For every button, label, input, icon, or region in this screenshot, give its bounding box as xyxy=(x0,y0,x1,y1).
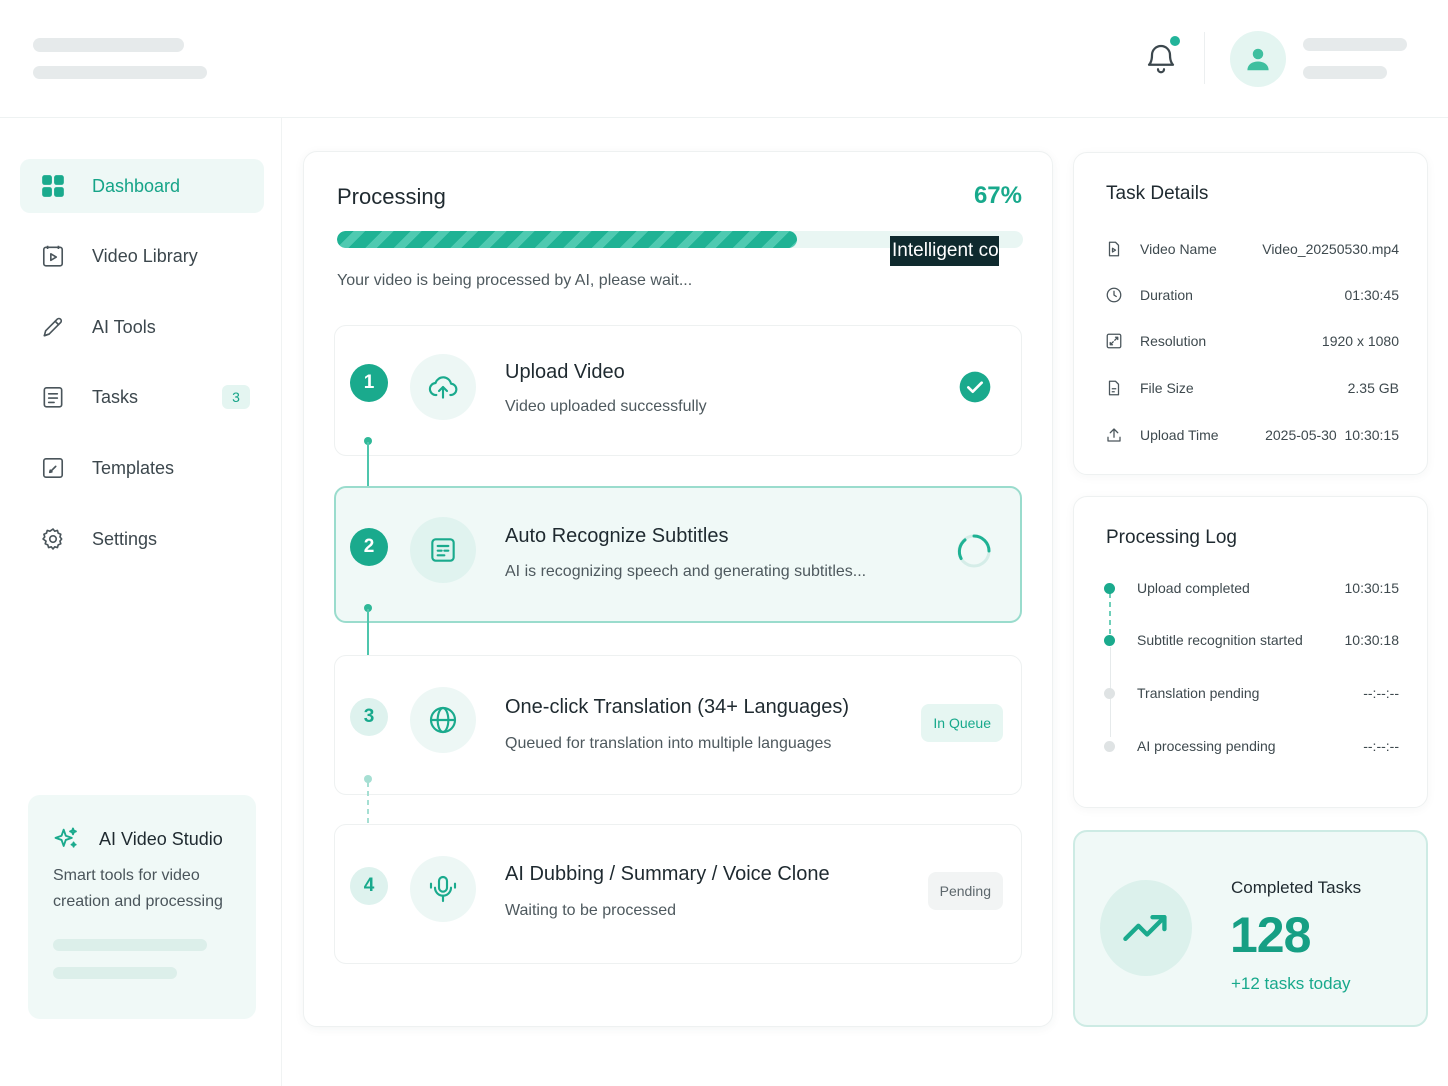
step-auto-recognize-subtitles[interactable]: 2 Auto Recognize Subtitles AI is recogni… xyxy=(334,486,1022,623)
studio-description: Smart tools for video creation and proce… xyxy=(53,867,223,910)
file-video-icon xyxy=(1104,239,1124,259)
notification-dot xyxy=(1170,36,1180,46)
sidebar-item-label: Templates xyxy=(92,457,175,478)
trend-up-icon xyxy=(1100,880,1192,976)
log-entry: Translation pending --:--:-- xyxy=(1104,681,1399,705)
log-entry: AI processing pending --:--:-- xyxy=(1104,734,1399,758)
detail-row-file-size: File Size 2.35 GB xyxy=(1104,376,1399,400)
globe-icon xyxy=(410,687,476,753)
clipboard-icon xyxy=(40,384,66,410)
sidebar-item-video-library[interactable]: Video Library xyxy=(20,229,264,283)
step-description: Video uploaded successfully xyxy=(505,398,707,415)
sidebar-item-settings[interactable]: Settings xyxy=(20,512,264,566)
sidebar-item-label: Tasks xyxy=(92,386,139,407)
studio-placeholder-line xyxy=(53,967,177,979)
loading-spinner-icon xyxy=(956,533,992,569)
tasks-count-badge: 3 xyxy=(222,385,250,409)
video-file-icon xyxy=(40,243,66,269)
completed-tasks-card[interactable]: Completed Tasks 128 +12 tasks today xyxy=(1073,830,1428,1027)
ai-video-studio-card[interactable]: AI Video Studio Smart tools for video cr… xyxy=(28,795,256,1019)
processing-log-panel: Processing Log Upload completed 10:30:15… xyxy=(1073,496,1428,808)
progress-overlay-label: Intelligent complet xyxy=(890,236,999,266)
clock-icon xyxy=(1104,285,1124,305)
detail-row-duration: Duration 01:30:45 xyxy=(1104,283,1399,307)
step-title: AI Dubbing / Summary / Voice Clone xyxy=(505,863,830,885)
task-details-panel: Task Details Video Name Video_20250530.m… xyxy=(1073,152,1428,475)
title-placeholder xyxy=(33,38,184,52)
sidebar-item-label: Dashboard xyxy=(92,175,181,196)
task-details-title: Task Details xyxy=(1106,183,1209,204)
template-icon xyxy=(40,455,66,481)
step-description: AI is recognizing speech and generating … xyxy=(505,563,867,580)
progress-percent: 67% xyxy=(973,182,1022,209)
sidebar-item-label: AI Tools xyxy=(92,316,156,337)
detail-row-resolution: Resolution 1920 x 1080 xyxy=(1104,329,1399,353)
processing-log-title: Processing Log xyxy=(1106,527,1237,548)
expand-icon xyxy=(1104,331,1124,351)
cloud-upload-icon xyxy=(410,354,476,420)
step-title: One-click Translation (34+ Languages) xyxy=(505,696,850,718)
header-divider xyxy=(1204,32,1205,84)
step-number: 3 xyxy=(350,698,388,736)
gear-icon xyxy=(40,526,66,552)
sidebar-item-label: Video Library xyxy=(92,245,198,266)
sidebar-item-label: Settings xyxy=(92,528,158,549)
detail-row-upload-time: Upload Time 2025-05-30 10:30:15 xyxy=(1104,423,1399,447)
completed-tasks-value: 128 xyxy=(1230,907,1311,963)
sidebar: Dashboard Video Library AI Tools Tasks 3 xyxy=(0,118,282,1086)
status-badge: In Queue xyxy=(921,704,1003,742)
sidebar-item-dashboard[interactable]: Dashboard xyxy=(20,159,264,213)
detail-row-video-name: Video Name Video_20250530.mp4 xyxy=(1104,237,1399,261)
sparkles-icon xyxy=(52,825,80,858)
microphone-icon xyxy=(410,856,476,922)
sidebar-item-tasks[interactable]: Tasks 3 xyxy=(20,370,264,424)
processing-title: Processing xyxy=(337,184,446,209)
user-icon xyxy=(1247,48,1269,71)
studio-title: AI Video Studio xyxy=(99,829,223,849)
step-number: 1 xyxy=(350,364,388,402)
sidebar-item-ai-tools[interactable]: AI Tools xyxy=(20,300,264,354)
user-name-placeholder xyxy=(1303,38,1407,51)
step-ai-dubbing[interactable]: 4 AI Dubbing / Summary / Voice Clone Wai… xyxy=(334,824,1022,964)
completed-tasks-delta: +12 tasks today xyxy=(1231,974,1351,993)
subtitles-icon xyxy=(410,517,476,583)
log-status-dot xyxy=(1104,740,1115,752)
studio-placeholder-line xyxy=(53,939,207,951)
step-description: Queued for translation into multiple lan… xyxy=(505,735,832,752)
file-icon xyxy=(1104,378,1124,398)
processing-card: Processing 67% Intelligent complet Your … xyxy=(303,151,1053,1027)
user-role-placeholder xyxy=(1303,66,1387,79)
grid-icon xyxy=(40,173,66,199)
step-number: 2 xyxy=(350,528,388,566)
log-status-dot xyxy=(1104,687,1115,699)
avatar[interactable] xyxy=(1230,31,1286,87)
log-status-dot xyxy=(1104,582,1115,594)
check-circle-icon xyxy=(959,371,991,403)
step-one-click-translation[interactable]: 3 One-click Translation (34+ Languages) … xyxy=(334,655,1022,795)
log-entry: Upload completed 10:30:15 xyxy=(1104,576,1399,600)
step-title: Upload Video xyxy=(505,361,625,383)
completed-tasks-label: Completed Tasks xyxy=(1231,878,1362,897)
top-header xyxy=(0,0,1448,118)
subtitle-placeholder xyxy=(33,66,207,79)
upload-icon xyxy=(1104,425,1124,445)
pen-icon xyxy=(40,314,66,340)
sidebar-item-templates[interactable]: Templates xyxy=(20,441,264,495)
log-status-dot xyxy=(1104,634,1115,646)
step-title: Auto Recognize Subtitles xyxy=(505,525,729,547)
step-description: Waiting to be processed xyxy=(505,902,677,919)
progress-bar-fill xyxy=(337,231,797,248)
log-entry: Subtitle recognition started 10:30:18 xyxy=(1104,628,1399,652)
step-number: 4 xyxy=(350,867,388,905)
step-upload-video[interactable]: 1 Upload Video Video uploaded successful… xyxy=(334,325,1022,456)
status-badge: Pending xyxy=(927,872,1003,910)
processing-subtitle: Your video is being processed by AI, ple… xyxy=(337,272,693,289)
